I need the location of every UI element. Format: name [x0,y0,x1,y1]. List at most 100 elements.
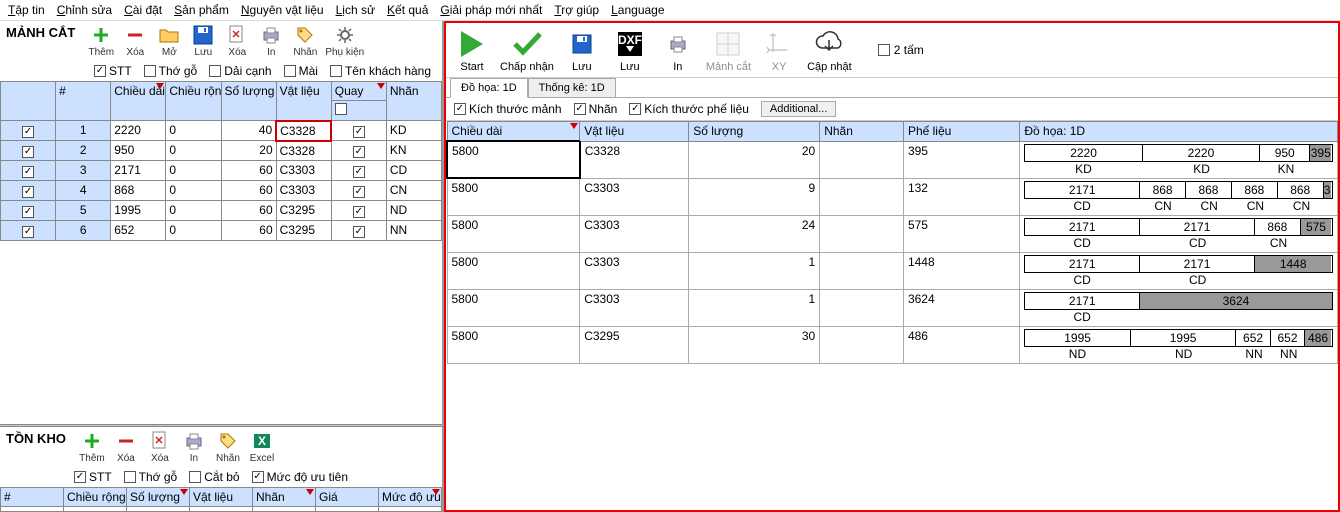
check-stt[interactable]: STT [74,470,112,484]
menubar: Tập tin Chỉnh sửa Cài đặt Sản phẩm Nguyên vậ… [0,0,1340,21]
printer-icon [259,24,283,46]
table-row[interactable]: 6652060C3295NN [1,221,442,241]
tag-icon [216,430,240,452]
checkbox-icon [629,103,641,115]
menu-tập-tin[interactable]: Tập tin [8,3,45,17]
excel-icon: X [250,430,274,452]
two-panel-checkbox[interactable] [878,44,890,56]
menu-lịch-sử[interactable]: Lịch sử [336,3,375,17]
checkbox-icon [209,65,221,77]
xy-button: XY [757,25,801,75]
cập-nhật-button[interactable]: Cập nhật [805,25,854,75]
result-row[interactable]: 5800C330311448217121711448CDCD [447,252,1338,289]
check-mức-độ-ưu-tiên[interactable]: Mức độ ưu tiên [252,470,348,484]
printer-icon [660,27,696,61]
check-nhãn[interactable]: Nhãn [574,102,618,116]
svg-text:DXF: DXF [618,33,642,47]
checkbox-icon [454,103,466,115]
save-icon [191,24,215,46]
menu-language[interactable]: Language [611,3,664,17]
table-row[interactable]: 12220040C3328KD [1,121,442,141]
svg-text:X: X [258,434,266,448]
menu-chỉnh-sửa[interactable]: Chỉnh sửa [57,3,112,17]
result-grid[interactable]: Chiều dàiVật liệuSố lượngNhãnPhế liệuĐồ … [446,121,1338,364]
menu-giải-pháp-mới-nhất[interactable]: Giải pháp mới nhất [440,3,542,17]
menu-kết-quả[interactable]: Kết quả [387,3,428,17]
xóa-button[interactable]: Xóa [110,429,142,465]
stock-toolbar: ThêmXóaXóaInNhãnXExcel [72,427,282,467]
save-icon [564,27,600,61]
check-thớ-gỗ[interactable]: Thớ gỗ [124,470,178,484]
in-button[interactable]: In [656,25,700,75]
folder-icon [157,24,181,46]
excel-button[interactable]: XExcel [246,429,278,465]
xóa-button[interactable]: Xóa [144,429,176,465]
check-dải-cạnh[interactable]: Dải cạnh [209,64,271,78]
table-row[interactable]: 51995060C3295ND [1,201,442,221]
tab-thống-kê-1d[interactable]: Thống kê: 1D [528,78,616,97]
menu-cài-đặt[interactable]: Cài đặt [124,3,162,17]
lưu-button[interactable]: Lưu [187,23,219,59]
result-row[interactable]: 5800C33282039522202220950395KDKDKN [447,141,1338,178]
plus-icon [80,430,104,452]
minus-icon [123,24,147,46]
check-kích-thước-phế-liệu[interactable]: Kích thước phế liệu [629,102,749,116]
in-button[interactable]: In [178,429,210,465]
result-toolbar: StartChấp nhậnLưuDXFLưuInMảnh cắtXYCập n… [446,23,1338,78]
checkbox-icon [124,471,136,483]
menu-sản-phẩm[interactable]: Sản phẩm [174,3,229,17]
gear-icon [333,24,357,46]
thêm-button[interactable]: Thêm [85,23,117,59]
checkbox-icon [144,65,156,77]
checkbox-icon [330,65,342,77]
mảnh-cắt-button: Mảnh cắt [704,25,753,75]
menu-trợ-giúp[interactable]: Trợ giúp [554,3,599,17]
play-icon [454,27,490,61]
xy-icon [761,27,797,61]
lưu-button[interactable]: DXFLưu [608,25,652,75]
doc-x-icon [225,24,249,46]
cut-grid[interactable]: #Chiều dàiChiều rộngSố lượngVật liệuQuay… [0,81,442,241]
section-stock-title: TỒN KHO [0,427,72,450]
checkbox-icon [94,65,106,77]
result-row[interactable]: 5800C330391322171868868868868132CDCNCNCN… [447,178,1338,215]
mở-button[interactable]: Mở [153,23,185,59]
table-row[interactable]: 4868060C3303CN [1,181,442,201]
xóa-button[interactable]: Xóa [221,23,253,59]
checkbox-icon [189,471,201,483]
check-cắt-bỏ[interactable]: Cắt bỏ [189,470,239,484]
checkbox-icon [252,471,264,483]
in-button[interactable]: In [255,23,287,59]
xóa-button[interactable]: Xóa [119,23,151,59]
check-icon [509,27,545,61]
nhãn-button[interactable]: Nhãn [212,429,244,465]
check-mài[interactable]: Mài [284,64,318,78]
phụ-kiện-button[interactable]: Phụ kiện [323,23,366,59]
check-stt[interactable]: STT [94,64,132,78]
menu-nguyên-vật-liệu[interactable]: Nguyên vật liệu [241,3,324,17]
chấp-nhận-button[interactable]: Chấp nhận [498,25,556,75]
minus-icon [114,430,138,452]
check-tên-khách-hàng[interactable]: Tên khách hàng [330,64,431,78]
thêm-button[interactable]: Thêm [76,429,108,465]
cut-icon [710,27,746,61]
dxf-icon: DXF [612,27,648,61]
check-thớ-gỗ[interactable]: Thớ gỗ [144,64,198,78]
result-row[interactable]: 5800C32953048619951995652652486NDNDNNNN [447,326,1338,363]
checkbox-icon [74,471,86,483]
nhãn-button[interactable]: Nhãn [289,23,321,59]
stock-grid[interactable]: #Chiều rộngSố lượngVật liệuNhãnGiáMức độ… [0,487,442,512]
lưu-button[interactable]: Lưu [560,25,604,75]
checkbox-icon [284,65,296,77]
additional-button[interactable]: Additional... [761,101,836,117]
table-row[interactable]: 2950020C3328KN [1,141,442,161]
result-row[interactable]: 5800C33032457521712171868575CDCDCN [447,215,1338,252]
printer-icon [182,430,206,452]
result-row[interactable]: 5800C33031362421713624CD [447,289,1338,326]
table-row[interactable]: 32171060C3303CD [1,161,442,181]
start-button[interactable]: Start [450,25,494,75]
tag-icon [293,24,317,46]
check-kích-thước-mảnh[interactable]: Kích thước mảnh [454,102,562,116]
tab-đồ-họa-1d[interactable]: Đồ họa: 1D [450,78,528,98]
checkbox-icon [574,103,586,115]
